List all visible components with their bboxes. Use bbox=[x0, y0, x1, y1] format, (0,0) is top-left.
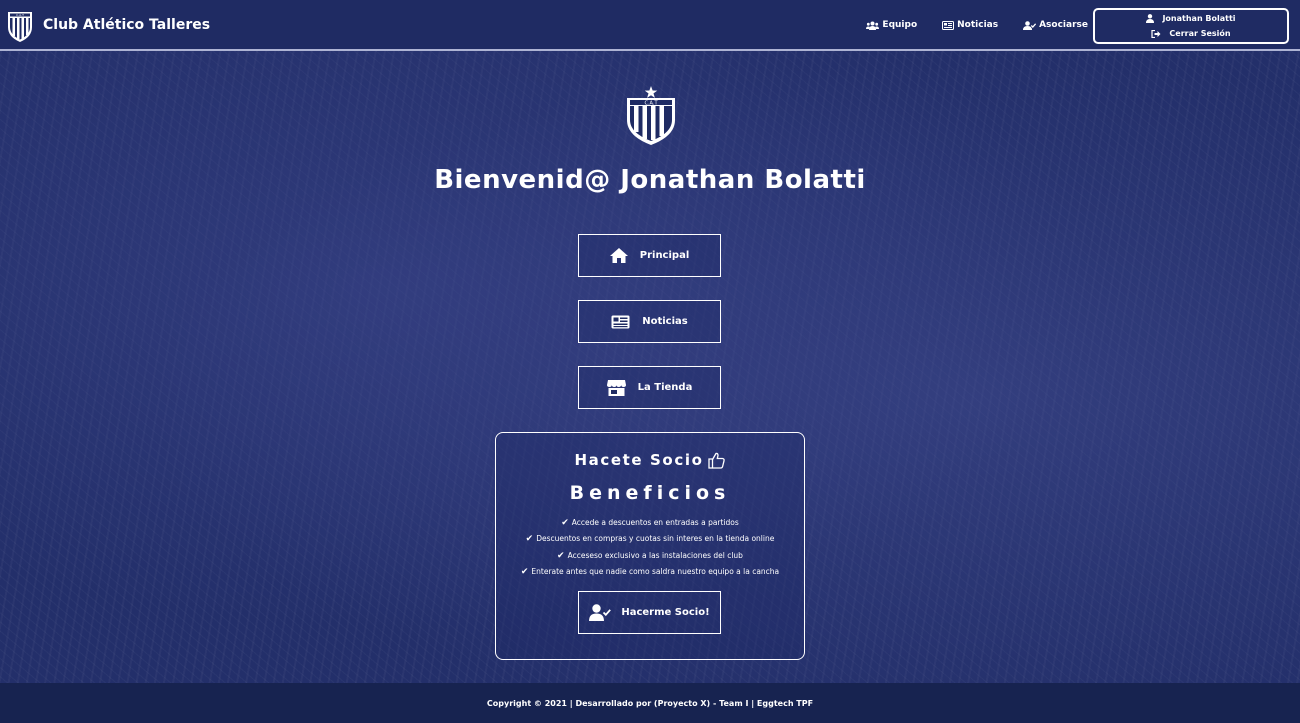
thumbs-up-icon bbox=[708, 452, 726, 469]
logout-button[interactable]: Cerrar Sesión bbox=[1151, 26, 1231, 41]
nav-link-label: Equipo bbox=[882, 20, 918, 30]
user-check-icon bbox=[589, 604, 612, 621]
brand-crest-text: C.A.T bbox=[16, 13, 24, 17]
nav-link-asociarse[interactable]: Asociarse bbox=[1023, 20, 1088, 30]
brand[interactable]: C.A.T Club Atlético Talleres bbox=[5, 7, 210, 43]
nav-link-label: Asociarse bbox=[1039, 20, 1088, 30]
check-icon: ✔ bbox=[557, 550, 565, 561]
user-check-icon bbox=[1023, 20, 1037, 30]
tienda-button[interactable]: La Tienda bbox=[578, 366, 721, 409]
user-profile-link[interactable]: Jonathan Bolatti bbox=[1146, 11, 1236, 26]
noticias-button[interactable]: Noticias bbox=[578, 300, 721, 343]
benefit-text: Acceseso exclusivo a las instalaciones d… bbox=[567, 550, 743, 560]
principal-button[interactable]: Principal bbox=[578, 234, 721, 277]
noticias-label: Noticias bbox=[642, 316, 688, 327]
home-icon bbox=[609, 248, 628, 263]
store-icon bbox=[606, 379, 626, 396]
benefit-text: Enterate antes que nadie como saldra nue… bbox=[531, 566, 780, 576]
club-crest-icon: C.A.T bbox=[8, 11, 32, 42]
socio-title: Hacete Socio bbox=[496, 451, 804, 469]
brand-name: Club Atlético Talleres bbox=[43, 16, 211, 33]
footer-text: Copyright © 2021 | Desarrollado por (Pro… bbox=[486, 698, 814, 708]
club-crest-logo: C.A.T bbox=[627, 86, 675, 145]
nav-link-noticias[interactable]: Noticias bbox=[942, 20, 998, 30]
nav-link-label: Noticias bbox=[957, 20, 999, 30]
socio-card: Hacete Socio Beneficios ✔ Accede a descue… bbox=[495, 432, 805, 660]
benefit-item: ✔ Accede a descuentos en entradas a parti… bbox=[496, 515, 804, 531]
benefit-item: ✔ Enterate antes que nadie como saldra nu… bbox=[496, 564, 804, 580]
beneficios-heading: Beneficios bbox=[569, 482, 731, 504]
logout-label: Cerrar Sesión bbox=[1169, 29, 1231, 38]
nav-links: Equipo Noticias Asociarse bbox=[841, 0, 1088, 50]
user-name: Jonathan Bolatti bbox=[1162, 14, 1236, 23]
hacerme-socio-button[interactable]: Hacerme Socio! bbox=[578, 591, 721, 634]
user-icon bbox=[1146, 14, 1155, 23]
benefit-item: ✔ Acceseso exclusivo a las instalaciones … bbox=[496, 548, 804, 564]
welcome-heading: Bienvenid@ Jonathan Bolatti bbox=[434, 165, 866, 195]
check-icon: ✔ bbox=[525, 534, 534, 545]
newspaper-icon bbox=[611, 315, 630, 328]
benefit-text: Accede a descuentos en entradas a partid… bbox=[571, 518, 739, 527]
hacerme-socio-label: Hacerme Socio! bbox=[621, 607, 710, 618]
benefits-list: ✔ Accede a descuentos en entradas a parti… bbox=[496, 515, 804, 580]
navbar: C.A.T Club Atlético Talleres Equipo Noti… bbox=[0, 0, 1300, 51]
nav-link-equipo[interactable]: Equipo bbox=[866, 20, 917, 30]
sign-out-icon bbox=[1151, 29, 1161, 38]
tienda-label: La Tienda bbox=[637, 382, 693, 393]
socio-title-text: Hacete Socio bbox=[574, 451, 704, 469]
users-icon bbox=[866, 21, 880, 30]
benefit-item: ✔ Descuentos en compras y cuotas sin inte… bbox=[496, 531, 804, 547]
footer: Copyright © 2021 | Desarrollado por (Pro… bbox=[0, 683, 1300, 723]
check-icon: ✔ bbox=[520, 566, 529, 577]
newspaper-icon bbox=[942, 20, 955, 30]
benefit-text: Descuentos en compras y cuotas sin inter… bbox=[536, 534, 775, 544]
check-icon: ✔ bbox=[561, 518, 569, 528]
user-menu: Jonathan Bolatti Cerrar Sesión bbox=[1093, 8, 1289, 44]
principal-label: Principal bbox=[639, 250, 690, 261]
crest-text: C.A.T bbox=[644, 100, 658, 106]
